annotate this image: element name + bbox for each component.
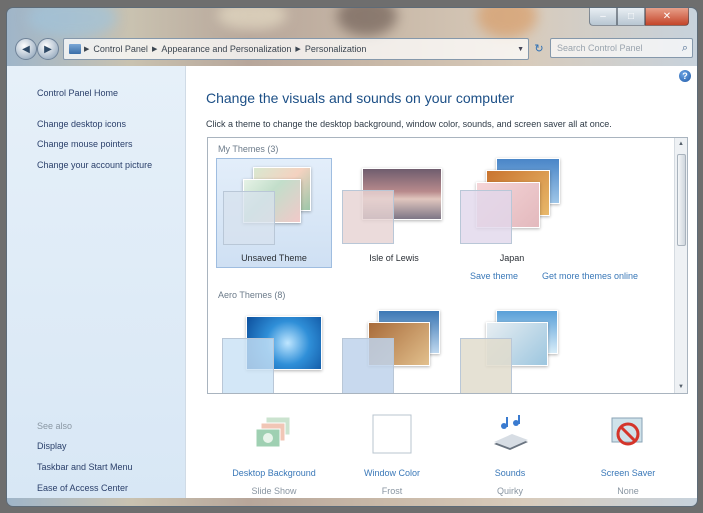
theme-name: Isle of Lewis <box>369 253 419 263</box>
theme-list-scrollbar[interactable]: ▲ ▼ <box>674 138 687 393</box>
back-button[interactable]: ◀ <box>15 38 37 60</box>
sounds-value: Quirky <box>496 486 523 496</box>
page-title: Change the visuals and sounds on your co… <box>206 90 515 106</box>
desktop-background-label[interactable]: Desktop Background <box>214 468 334 478</box>
sounds-icon <box>490 414 530 454</box>
address-bar[interactable]: ▶ Control Panel ▶ Appearance and Persona… <box>63 38 529 60</box>
search-placeholder: Search Control Panel <box>557 43 643 53</box>
desktop-background-button[interactable]: Desktop Background Slide Show <box>214 414 334 496</box>
search-input[interactable]: Search Control Panel ⌕ <box>550 38 693 58</box>
screen-saver-label[interactable]: Screen Saver <box>568 468 688 478</box>
caption-buttons: – □ ✕ <box>589 8 689 26</box>
theme-color-swatch <box>460 190 512 244</box>
theme-list: My Themes (3) Unsaved Theme Isle of Lewi… <box>207 137 688 394</box>
window-color-button[interactable]: Window Color Frost <box>332 414 452 496</box>
navigation-bar: ◀ ▶ ▶ Control Panel ▶ Appearance and Per… <box>7 34 697 64</box>
desktop-background-icon <box>254 414 294 454</box>
theme-color-swatch <box>223 191 275 245</box>
page-subtitle: Click a theme to change the desktop back… <box>206 119 612 129</box>
breadcrumb-control-panel[interactable]: Control Panel <box>89 44 152 54</box>
help-icon[interactable]: ? <box>679 70 691 82</box>
theme-aero-windows[interactable] <box>216 310 332 393</box>
theme-color-swatch <box>222 338 274 393</box>
control-panel-icon <box>69 44 81 54</box>
breadcrumb-appearance[interactable]: Appearance and Personalization <box>157 44 295 54</box>
sidebar-link-display[interactable]: Display <box>37 441 67 451</box>
sidebar-link-mouse-pointers[interactable]: Change mouse pointers <box>37 139 133 149</box>
sounds-button[interactable]: Sounds Quirky <box>450 414 570 496</box>
theme-aero-architecture[interactable] <box>336 310 452 393</box>
main-content: ? Change the visuals and sounds on your … <box>186 66 697 498</box>
window-color-value: Frost <box>381 486 403 496</box>
sounds-label[interactable]: Sounds <box>450 468 570 478</box>
screen-saver-button[interactable]: Screen Saver None <box>568 414 688 496</box>
scroll-down-icon[interactable]: ▼ <box>675 381 687 393</box>
minimize-button[interactable]: – <box>589 8 617 26</box>
screen-saver-icon <box>608 414 648 454</box>
sidebar-link-ease-of-access[interactable]: Ease of Access Center <box>37 483 128 493</box>
scroll-up-icon[interactable]: ▲ <box>675 138 687 150</box>
screen-saver-value: None <box>617 486 639 496</box>
close-button[interactable]: ✕ <box>645 8 689 26</box>
see-also-heading: See also <box>37 421 73 431</box>
personalization-window: – □ ✕ ◀ ▶ ▶ Control Panel ▶ Appearance a… <box>7 8 697 506</box>
theme-japan[interactable]: Japan <box>454 158 570 268</box>
theme-name: Japan <box>499 253 525 263</box>
window-color-icon <box>372 414 412 454</box>
my-themes-label: My Themes (3) <box>218 144 279 154</box>
theme-name: Unsaved Theme <box>241 253 307 263</box>
save-theme-link[interactable]: Save theme <box>470 271 518 281</box>
sidebar: Control Panel Home Change desktop icons … <box>7 66 186 498</box>
chevron-down-icon[interactable]: ▼ <box>517 46 524 53</box>
aero-themes-label: Aero Themes (8) <box>218 290 286 300</box>
refresh-icon[interactable]: ↻ <box>530 39 548 57</box>
breadcrumb-personalization[interactable]: Personalization <box>301 44 371 54</box>
theme-unsaved[interactable]: Unsaved Theme <box>216 158 332 268</box>
theme-color-swatch <box>342 190 394 244</box>
theme-isle-of-lewis[interactable]: Isle of Lewis <box>336 158 452 268</box>
sidebar-link-desktop-icons[interactable]: Change desktop icons <box>37 119 126 129</box>
maximize-button[interactable]: □ <box>617 8 645 26</box>
aero-glass-decoration <box>217 8 287 30</box>
sidebar-link-control-panel-home[interactable]: Control Panel Home <box>37 88 118 98</box>
forward-button[interactable]: ▶ <box>37 38 59 60</box>
get-more-themes-link[interactable]: Get more themes online <box>542 271 638 281</box>
scrollbar-thumb[interactable] <box>677 154 686 246</box>
desktop-background-value: Slide Show <box>251 486 297 496</box>
sidebar-link-account-picture[interactable]: Change your account picture <box>37 160 152 170</box>
sidebar-link-taskbar[interactable]: Taskbar and Start Menu <box>37 462 133 472</box>
aero-glass-decoration <box>337 8 397 36</box>
search-icon[interactable]: ⌕ <box>682 42 688 55</box>
theme-aero-nature[interactable] <box>454 310 570 393</box>
window-color-label[interactable]: Window Color <box>332 468 452 478</box>
theme-color-swatch <box>342 338 394 393</box>
theme-color-swatch <box>460 338 512 393</box>
